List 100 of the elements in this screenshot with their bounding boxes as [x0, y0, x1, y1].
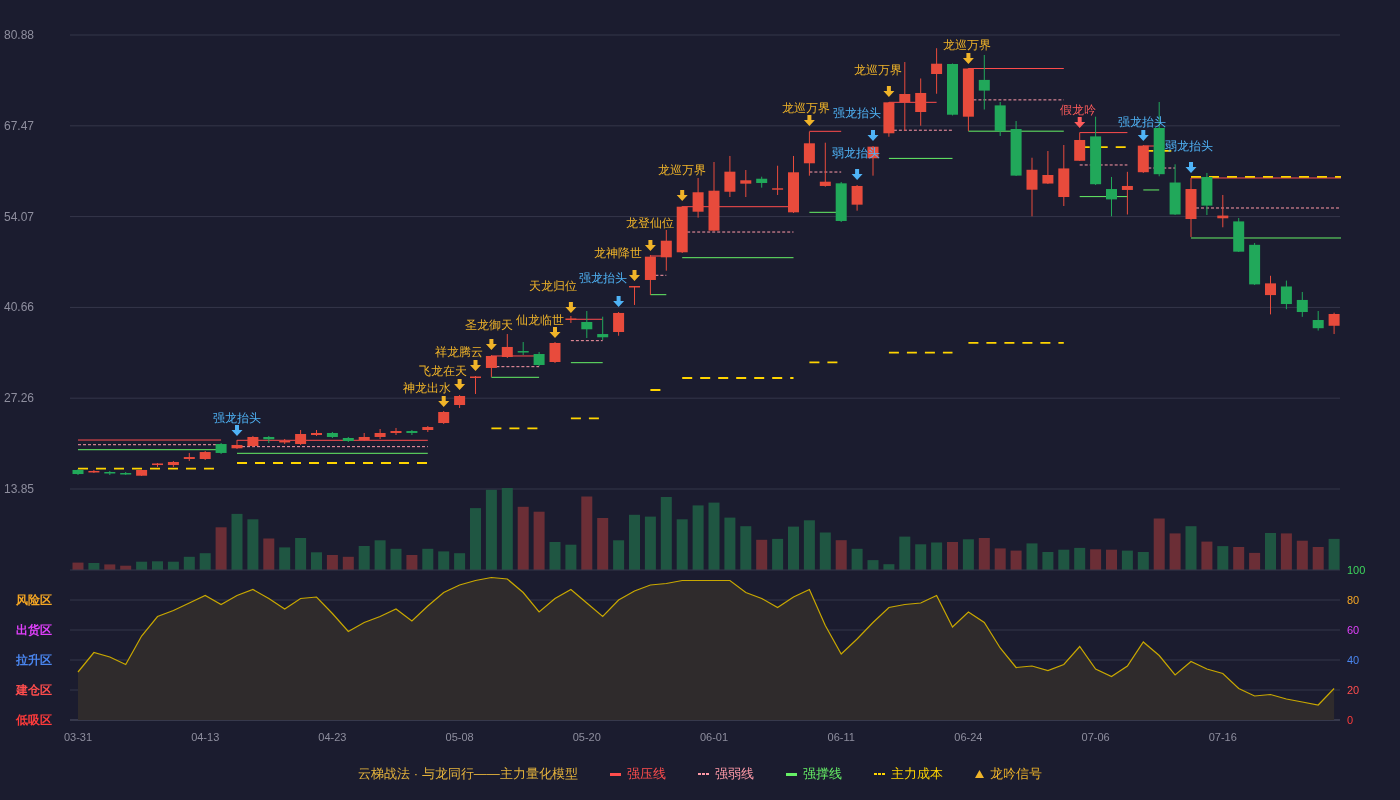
- candle: [438, 410, 450, 425]
- y-axis-label: 80: [1347, 594, 1360, 606]
- candle: [517, 341, 529, 356]
- legend-label: 龙吟信号: [989, 765, 1042, 784]
- x-axis-label: 03-31: [63, 731, 93, 743]
- candle: [485, 354, 497, 378]
- zone-label: 出货区: [16, 623, 52, 637]
- candle: [629, 285, 640, 306]
- price-axis-label: 13.85: [4, 482, 35, 496]
- candle: [756, 176, 768, 189]
- x-axis-label: 05-08: [445, 731, 474, 743]
- candle: [835, 181, 847, 223]
- signal-label: 神龙出水: [403, 381, 451, 395]
- candle: [1090, 116, 1102, 186]
- signal-label: 龙巡万界: [782, 101, 830, 115]
- x-axis-label: 07-16: [1208, 731, 1237, 743]
- candle: [374, 428, 386, 440]
- candle: [231, 439, 243, 450]
- y-axis-label: 20: [1347, 684, 1360, 696]
- legend-label: 强压线: [626, 765, 666, 784]
- candle: [533, 351, 545, 367]
- candle: [1058, 144, 1070, 207]
- y-axis-label: 100: [1347, 564, 1366, 576]
- candle: [660, 229, 672, 272]
- x-axis-label: 06-01: [699, 731, 729, 743]
- candle: [676, 205, 688, 254]
- candle: [1185, 177, 1197, 238]
- signal-label: 飞龙在天: [419, 364, 467, 378]
- candle: [644, 254, 656, 296]
- price-axis-label: 67.47: [4, 118, 35, 133]
- candle: [326, 431, 338, 439]
- signal-label: 强龙抬头: [579, 271, 627, 285]
- candle: [88, 469, 100, 474]
- zone-label: 低吸区: [16, 713, 52, 727]
- signal-label: 龙登仙位: [626, 216, 674, 230]
- candle: [295, 429, 307, 446]
- candle: [978, 54, 990, 110]
- x-axis-label: 04-23: [318, 731, 347, 743]
- y-axis-label: 0: [1347, 714, 1354, 726]
- legend-label: 强弱线: [714, 765, 754, 784]
- candle: [1169, 163, 1181, 216]
- candle: [454, 394, 466, 409]
- candle: [565, 315, 577, 324]
- candle: [136, 469, 148, 477]
- signal-label: 龙巡万界: [657, 163, 706, 177]
- x-axis-label: 05-20: [572, 731, 601, 743]
- candle: [724, 155, 736, 198]
- x-axis-label: 07-06: [1081, 731, 1110, 743]
- candle: [549, 341, 561, 364]
- candle: [1217, 194, 1229, 228]
- signal-label: 强龙抬头: [1118, 115, 1166, 129]
- x-axis-label: 04-13: [191, 731, 220, 743]
- candle: [215, 442, 227, 455]
- legend-title: 云梯战法 · 与龙同行——主力量化模型: [358, 765, 578, 784]
- candle: [708, 161, 720, 232]
- candle: [962, 67, 974, 132]
- candle: [311, 429, 322, 437]
- candle: [772, 165, 784, 196]
- candle: [199, 450, 211, 461]
- candle: [1201, 172, 1213, 216]
- candle: [470, 375, 481, 395]
- candle: [1074, 132, 1086, 162]
- legend-label: 主力成本: [890, 765, 943, 784]
- signal-label: 圣龙御天: [465, 318, 513, 332]
- signal-label: 龙巡万界: [854, 63, 902, 77]
- candle: [1265, 275, 1276, 315]
- legend-label: 强撑线: [802, 765, 842, 784]
- candle: [1121, 171, 1133, 215]
- signal-label: 仙龙临世: [516, 313, 564, 327]
- candle: [692, 177, 704, 219]
- candle: [1042, 150, 1054, 185]
- candle: [947, 63, 958, 116]
- candle: [740, 169, 752, 198]
- candle: [72, 468, 84, 476]
- candle: [390, 427, 402, 436]
- candle: [1106, 176, 1117, 217]
- candle: [1312, 310, 1324, 332]
- candle: [152, 462, 163, 468]
- candle: [899, 61, 911, 132]
- price-axis-label: 54.07: [4, 209, 35, 224]
- candle: [501, 333, 513, 359]
- candle: [406, 429, 418, 436]
- signal-label: 弱龙抬头: [1165, 139, 1213, 153]
- candle: [1010, 120, 1022, 177]
- candle: [1249, 242, 1261, 286]
- candle: [597, 316, 609, 341]
- signal-label: 天龙归位: [529, 279, 577, 293]
- zone-label: 拉升区: [16, 653, 52, 667]
- candle: [1137, 144, 1149, 174]
- candle: [358, 432, 370, 442]
- zone-label: 风险区: [16, 593, 52, 607]
- candle: [167, 460, 179, 468]
- candle: [994, 101, 1006, 137]
- candle: [183, 452, 195, 462]
- signal-label: 龙神降世: [594, 246, 642, 260]
- signal-label: 龙巡万界: [943, 38, 991, 52]
- candle: [1296, 291, 1308, 318]
- zone-label: 建仓区: [16, 683, 52, 697]
- x-axis-label: 06-24: [954, 731, 983, 743]
- candle: [883, 101, 895, 138]
